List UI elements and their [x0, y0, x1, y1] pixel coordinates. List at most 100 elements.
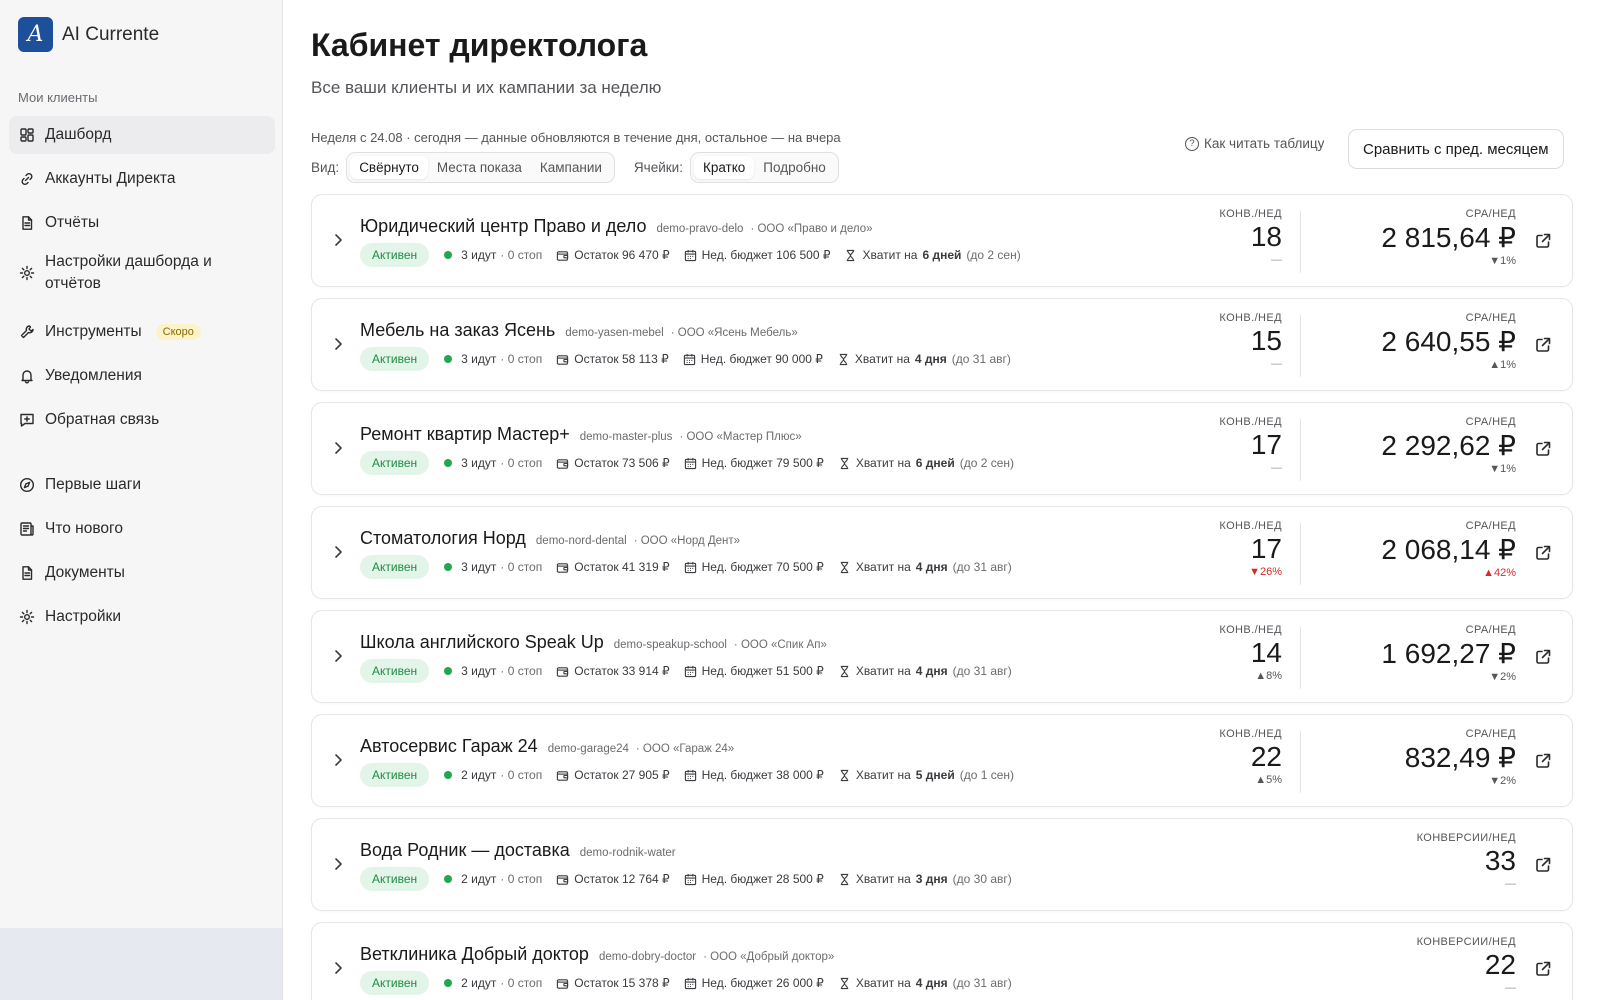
- client-login: demo-dobry-doctor: [598, 951, 697, 963]
- external-link-icon[interactable]: [1534, 232, 1552, 250]
- view-option-2[interactable]: Кампании: [531, 156, 611, 179]
- compare-button[interactable]: Сравнить с пред. месяцем: [1348, 129, 1564, 169]
- sidebar-item-5[interactable]: Уведомления: [9, 357, 275, 395]
- bell-icon: [19, 368, 35, 384]
- campaigns-stopped: · 0 стоп: [500, 976, 543, 990]
- help-link[interactable]: ? Как читать таблицу: [1185, 136, 1324, 151]
- sidebar-item-4[interactable]: Инструменты Скоро: [9, 313, 275, 351]
- external-link-icon[interactable]: [1534, 960, 1552, 978]
- sidebar-item-9[interactable]: Документы: [9, 554, 275, 592]
- sidebar-item-6[interactable]: Обратная связь: [9, 401, 275, 439]
- chevron-right-icon[interactable]: [333, 545, 343, 559]
- client-name[interactable]: Стоматология Норд: [360, 528, 526, 549]
- external-link-icon[interactable]: [1534, 336, 1552, 354]
- client-card[interactable]: Ветклиника Добрый доктор demo-dobry-docto…: [311, 922, 1573, 1000]
- sidebar-item-label: Настройки: [45, 608, 122, 625]
- sidebar-item-3[interactable]: Настройки дашборда и отчётов: [9, 247, 275, 299]
- balance-value: Остаток 41 319 ₽: [574, 560, 670, 574]
- chevron-right-icon[interactable]: [333, 961, 343, 975]
- chevron-right-icon[interactable]: [333, 753, 343, 767]
- sidebar-item-8[interactable]: Что нового: [9, 510, 275, 548]
- sidebar-item-label: Отчёты: [45, 214, 100, 231]
- client-login: demo-nord-dental: [535, 535, 627, 547]
- view-label: Вид:: [311, 160, 340, 175]
- metric-divider: [1300, 211, 1301, 273]
- client-name[interactable]: Юридический центр Право и дело: [360, 216, 647, 237]
- metric-label: CPA/НЕД: [1465, 520, 1516, 532]
- compass-icon: [19, 477, 35, 493]
- calendar-icon: [684, 457, 697, 470]
- hourglass-icon: [838, 561, 851, 574]
- client-name[interactable]: Ветклиника Добрый доктор: [360, 944, 589, 965]
- sidebar-item-label: Документы: [45, 564, 125, 581]
- campaigns-stopped: · 0 стоп: [500, 664, 543, 678]
- client-card[interactable]: Мебель на заказ Ясень demo-yasen-mebel · О…: [311, 298, 1573, 391]
- chevron-right-icon[interactable]: [333, 857, 343, 871]
- page-subtitle: Все ваши клиенты и их кампании за неделю: [311, 78, 662, 97]
- enough-for: Хватит на 6 дней (до 2 сен): [844, 248, 1021, 262]
- sidebar-item-10[interactable]: Настройки: [9, 598, 275, 636]
- sidebar-item-2[interactable]: Отчёты: [9, 204, 275, 242]
- client-name[interactable]: Вода Родник — доставка: [360, 840, 570, 861]
- enough-until: (до 31 авг): [952, 664, 1012, 678]
- client-card[interactable]: Юридический центр Право и дело demo-pravo…: [311, 194, 1573, 287]
- brand[interactable]: A AI Currente: [18, 17, 159, 52]
- metric-divider: [1300, 419, 1301, 481]
- external-link-icon[interactable]: [1534, 440, 1552, 458]
- cells-option-1[interactable]: Подробно: [754, 156, 835, 179]
- external-link-icon[interactable]: [1534, 544, 1552, 562]
- calendar-icon: [684, 249, 697, 262]
- external-link-icon[interactable]: [1534, 752, 1552, 770]
- sidebar-item-1[interactable]: Аккаунты Директа: [9, 160, 275, 198]
- view-option-0[interactable]: Свёрнуто: [350, 156, 428, 179]
- external-link-icon[interactable]: [1534, 856, 1552, 874]
- client-login: demo-pravo-delo: [656, 223, 744, 235]
- sidebar-item-0[interactable]: Дашборд: [9, 116, 275, 154]
- enough-days: 6 дней: [915, 456, 955, 470]
- client-title: Автосервис Гараж 24 demo-garage24 · ООО «Г…: [360, 736, 734, 757]
- client-card[interactable]: Вода Родник — доставка demo-rodnik-water А…: [311, 818, 1573, 911]
- client-card[interactable]: Школа английского Speak Up demo-speakup-s…: [311, 610, 1573, 703]
- chevron-right-icon[interactable]: [333, 441, 343, 455]
- gear-icon: [19, 265, 35, 281]
- client-card[interactable]: Ремонт квартир Мастер+ demo-master-plus · …: [311, 402, 1573, 495]
- client-name[interactable]: Мебель на заказ Ясень: [360, 320, 555, 341]
- client-meta: Активен 3 идут · 0 стоп Остаток 73 506 ₽ Нед…: [360, 451, 1014, 475]
- status-dot-icon: [444, 771, 453, 779]
- page-title: Кабинет директолога: [311, 27, 648, 63]
- metric-value: 1 692,27 ₽: [1381, 638, 1516, 669]
- metric-conversions: КОНВЕРСИИ/НЕД 33 —: [1316, 832, 1516, 890]
- enough-prefix: Хватит на: [862, 248, 918, 262]
- external-link-icon[interactable]: [1534, 648, 1552, 666]
- view-option-1[interactable]: Места показа: [428, 156, 531, 179]
- client-name[interactable]: Ремонт квартир Мастер+: [360, 424, 570, 445]
- client-org: · ООО «Право и дело»: [750, 223, 873, 235]
- enough-prefix: Хватит на: [855, 976, 911, 990]
- metric-label: CPA/НЕД: [1465, 624, 1516, 636]
- chevron-right-icon[interactable]: [333, 649, 343, 663]
- client-meta: Активен 3 идут · 0 стоп Остаток 33 914 ₽ Нед…: [360, 659, 1012, 683]
- client-card[interactable]: Автосервис Гараж 24 demo-garage24 · ООО «Г…: [311, 714, 1573, 807]
- chevron-right-icon[interactable]: [333, 233, 343, 247]
- client-meta: Активен 2 идут · 0 стоп Остаток 15 378 ₽ Нед…: [360, 971, 1012, 995]
- help-link-label: Как читать таблицу: [1204, 136, 1325, 151]
- metric-value: 2 815,64 ₽: [1381, 222, 1516, 253]
- metric-delta: ▼1%: [1489, 463, 1516, 475]
- campaigns-stopped: · 0 стоп: [500, 456, 543, 470]
- view-controls: Вид: Свёрнуто Места показа Кампании Ячейки…: [311, 152, 839, 183]
- client-meta: Активен 3 идут · 0 стоп Остаток 58 113 ₽ Нед…: [360, 347, 1011, 371]
- campaigns-running: 3 идут: [461, 248, 497, 262]
- enough-prefix: Хватит на: [855, 664, 911, 678]
- client-name[interactable]: Автосервис Гараж 24: [360, 736, 538, 757]
- enough-prefix: Хватит на: [855, 456, 911, 470]
- client-card[interactable]: Стоматология Норд demo-nord-dental · ООО «…: [311, 506, 1573, 599]
- sidebar-item-label: Что нового: [45, 520, 123, 537]
- client-name[interactable]: Школа английского Speak Up: [360, 632, 604, 653]
- metric-label: КОНВЕРСИИ/НЕД: [1416, 832, 1516, 844]
- metric-delta: ▲5%: [1255, 774, 1282, 786]
- chevron-right-icon[interactable]: [333, 337, 343, 351]
- cells-option-0[interactable]: Кратко: [693, 156, 755, 179]
- metric-label: CPA/НЕД: [1465, 416, 1516, 428]
- calendar-icon: [684, 977, 697, 990]
- sidebar-item-7[interactable]: Первые шаги: [9, 466, 275, 504]
